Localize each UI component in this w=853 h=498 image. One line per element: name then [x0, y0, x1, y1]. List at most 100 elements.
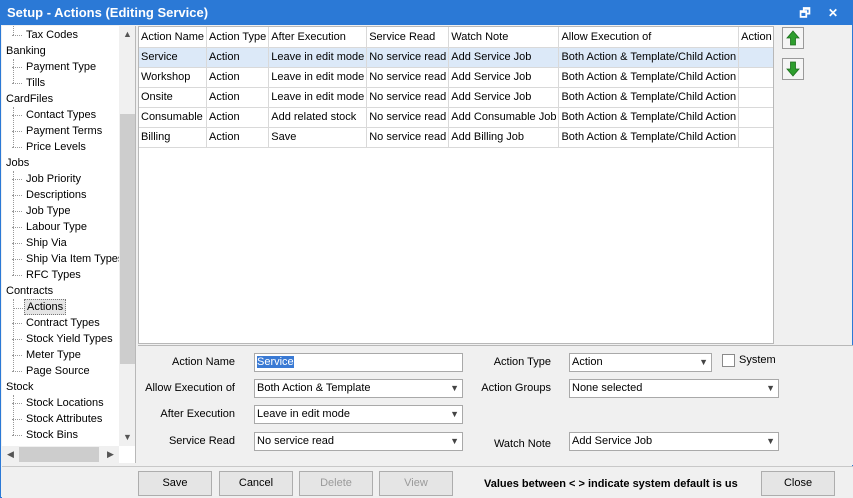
system-default-note: Values between < > indicate system defau…: [484, 478, 738, 490]
tree-horizontal-scrollbar[interactable]: ◀ ▶: [2, 446, 119, 463]
column-header[interactable]: After Execution: [268, 27, 368, 48]
tree-category[interactable]: CardFiles: [6, 91, 53, 107]
tree-item[interactable]: Actions: [12, 299, 67, 315]
hscroll-thumb[interactable]: [19, 447, 99, 462]
table-cell: No service read: [366, 87, 450, 108]
close-button[interactable]: Close: [761, 471, 835, 496]
setup-tree: Tax Codes Banking Payment Type Tills CardFil…: [2, 26, 136, 463]
table-cell: Save: [268, 127, 368, 148]
column-header[interactable]: Service Read: [366, 27, 450, 48]
table-cell: Both Action & Template/Child Action: [558, 107, 740, 128]
watch-note-select[interactable]: Add Service Job ▼: [569, 432, 779, 451]
service-read-label: Service Read: [168, 435, 235, 447]
action-groups-label: Action Groups: [481, 382, 551, 394]
view-button-label: View: [404, 477, 428, 489]
save-button-label: Save: [162, 477, 188, 489]
after-execution-label: After Execution: [160, 408, 235, 420]
table-cell: Action: [206, 107, 270, 128]
tree-item[interactable]: Contact Types: [11, 107, 98, 123]
table-cell: Leave in edit mode: [268, 67, 368, 88]
tree-item[interactable]: Page Source: [12, 363, 92, 379]
after-execution-select[interactable]: Leave in edit mode ▼: [254, 405, 463, 424]
tree-item[interactable]: Ship Via: [12, 235, 69, 251]
column-header[interactable]: Action Name: [139, 27, 207, 48]
tree-item[interactable]: Job Priority: [11, 171, 83, 187]
cancel-button[interactable]: Cancel: [219, 471, 293, 496]
tree-category[interactable]: Stock: [6, 379, 34, 395]
allow-execution-select[interactable]: Both Action & Template ▼: [254, 379, 463, 398]
action-type-select[interactable]: Action ▼: [569, 353, 712, 372]
table-cell: No service read: [366, 47, 450, 68]
table-row[interactable]: Workshop Action Leave in edit mode No servi…: [139, 67, 773, 88]
chevron-down-icon: ▼: [450, 436, 459, 446]
table-cell: Service: [139, 47, 207, 68]
tree-category[interactable]: Banking: [6, 43, 46, 59]
tree-item[interactable]: Descriptions: [12, 187, 89, 203]
table-cell: Leave in edit mode: [268, 87, 368, 108]
scroll-down-icon[interactable]: ▼: [119, 429, 135, 446]
tree-category[interactable]: Jobs: [6, 155, 29, 171]
service-read-select[interactable]: No service read ▼: [254, 432, 463, 451]
close-icon[interactable]: ✕: [823, 4, 843, 22]
move-up-button[interactable]: [782, 27, 804, 49]
table-row[interactable]: Billing Action Save No service read Add Bill…: [139, 127, 773, 148]
action-groups-value: None selected: [572, 382, 643, 394]
view-button[interactable]: View: [379, 471, 453, 496]
table-row[interactable]: Service Action Leave in edit mode No servic…: [139, 47, 773, 68]
tree-item[interactable]: Ship Via Item Types: [11, 251, 125, 267]
move-down-button[interactable]: [782, 58, 804, 80]
table-cell: Both Action & Template/Child Action: [558, 67, 740, 88]
arrow-up-icon: [786, 30, 800, 46]
allow-execution-label: Allow Execution of: [145, 382, 235, 394]
allow-execution-value: Both Action & Template: [257, 382, 371, 394]
table-cell: Action: [206, 127, 270, 148]
close-button-label: Close: [783, 477, 813, 489]
actions-grid: Action Name Action Type After Execution Ser…: [138, 26, 774, 344]
tree-item[interactable]: Payment Type: [11, 59, 98, 75]
column-header[interactable]: Watch Note: [448, 27, 560, 48]
arrow-down-icon: [786, 61, 800, 77]
table-cell: Onsite: [139, 87, 207, 108]
tree-item[interactable]: Stock Bins: [12, 427, 80, 443]
action-name-input[interactable]: Service: [254, 353, 463, 372]
tree-category[interactable]: Contracts: [6, 283, 53, 299]
tree-item[interactable]: Price Levels: [12, 139, 88, 155]
system-checkbox[interactable]: [722, 354, 735, 367]
tree-connector: [13, 395, 14, 435]
scroll-right-icon[interactable]: ▶: [102, 446, 119, 463]
scroll-up-icon[interactable]: ▲: [119, 26, 135, 43]
action-groups-select[interactable]: None selected ▼: [569, 379, 779, 398]
delete-button[interactable]: Delete: [299, 471, 373, 496]
table-cell: Action: [206, 47, 270, 68]
table-cell: Add related stock: [268, 107, 368, 128]
action-name-label: Action Name: [172, 356, 235, 368]
column-header[interactable]: Action Type: [206, 27, 270, 48]
tree-item[interactable]: Job Type: [11, 203, 72, 219]
tree-item[interactable]: Tax Codes: [12, 27, 80, 43]
table-cell: Workshop: [139, 67, 207, 88]
restore-icon[interactable]: 🗗: [795, 4, 815, 22]
chevron-down-icon: ▼: [450, 409, 459, 419]
setup-window: Setup - Actions (Editing Service) 🗗 ✕ Ta…: [0, 0, 853, 498]
table-row[interactable]: Consumable Action Add related stock No serv…: [139, 107, 773, 128]
tree-item[interactable]: RFC Types: [12, 267, 83, 283]
tree-item[interactable]: Payment Terms: [11, 123, 104, 139]
tree-item[interactable]: Stock Yield Types: [12, 331, 115, 347]
chevron-down-icon: ▼: [450, 383, 459, 393]
scroll-left-icon[interactable]: ◀: [2, 446, 19, 463]
tree-item[interactable]: Stock Attributes: [11, 411, 104, 427]
tree-item[interactable]: Tills: [11, 75, 47, 91]
column-header[interactable]: Allow Execution of: [558, 27, 740, 48]
table-cell: Action: [206, 67, 270, 88]
tree-vertical-scrollbar[interactable]: ▲ ▼: [119, 26, 135, 446]
save-button[interactable]: Save: [138, 471, 212, 496]
actions-table: Action Name Action Type After Execution Ser…: [139, 27, 773, 148]
tree-item[interactable]: Stock Locations: [12, 395, 106, 411]
column-header[interactable]: Action G: [738, 27, 773, 48]
table-cell: Add Service Job: [448, 67, 560, 88]
tree-item[interactable]: Contract Types: [12, 315, 102, 331]
table-row[interactable]: Onsite Action Leave in edit mode No service…: [139, 87, 773, 108]
tree-item[interactable]: Labour Type: [12, 219, 89, 235]
scroll-thumb[interactable]: [120, 114, 135, 364]
tree-item[interactable]: Meter Type: [12, 347, 83, 363]
